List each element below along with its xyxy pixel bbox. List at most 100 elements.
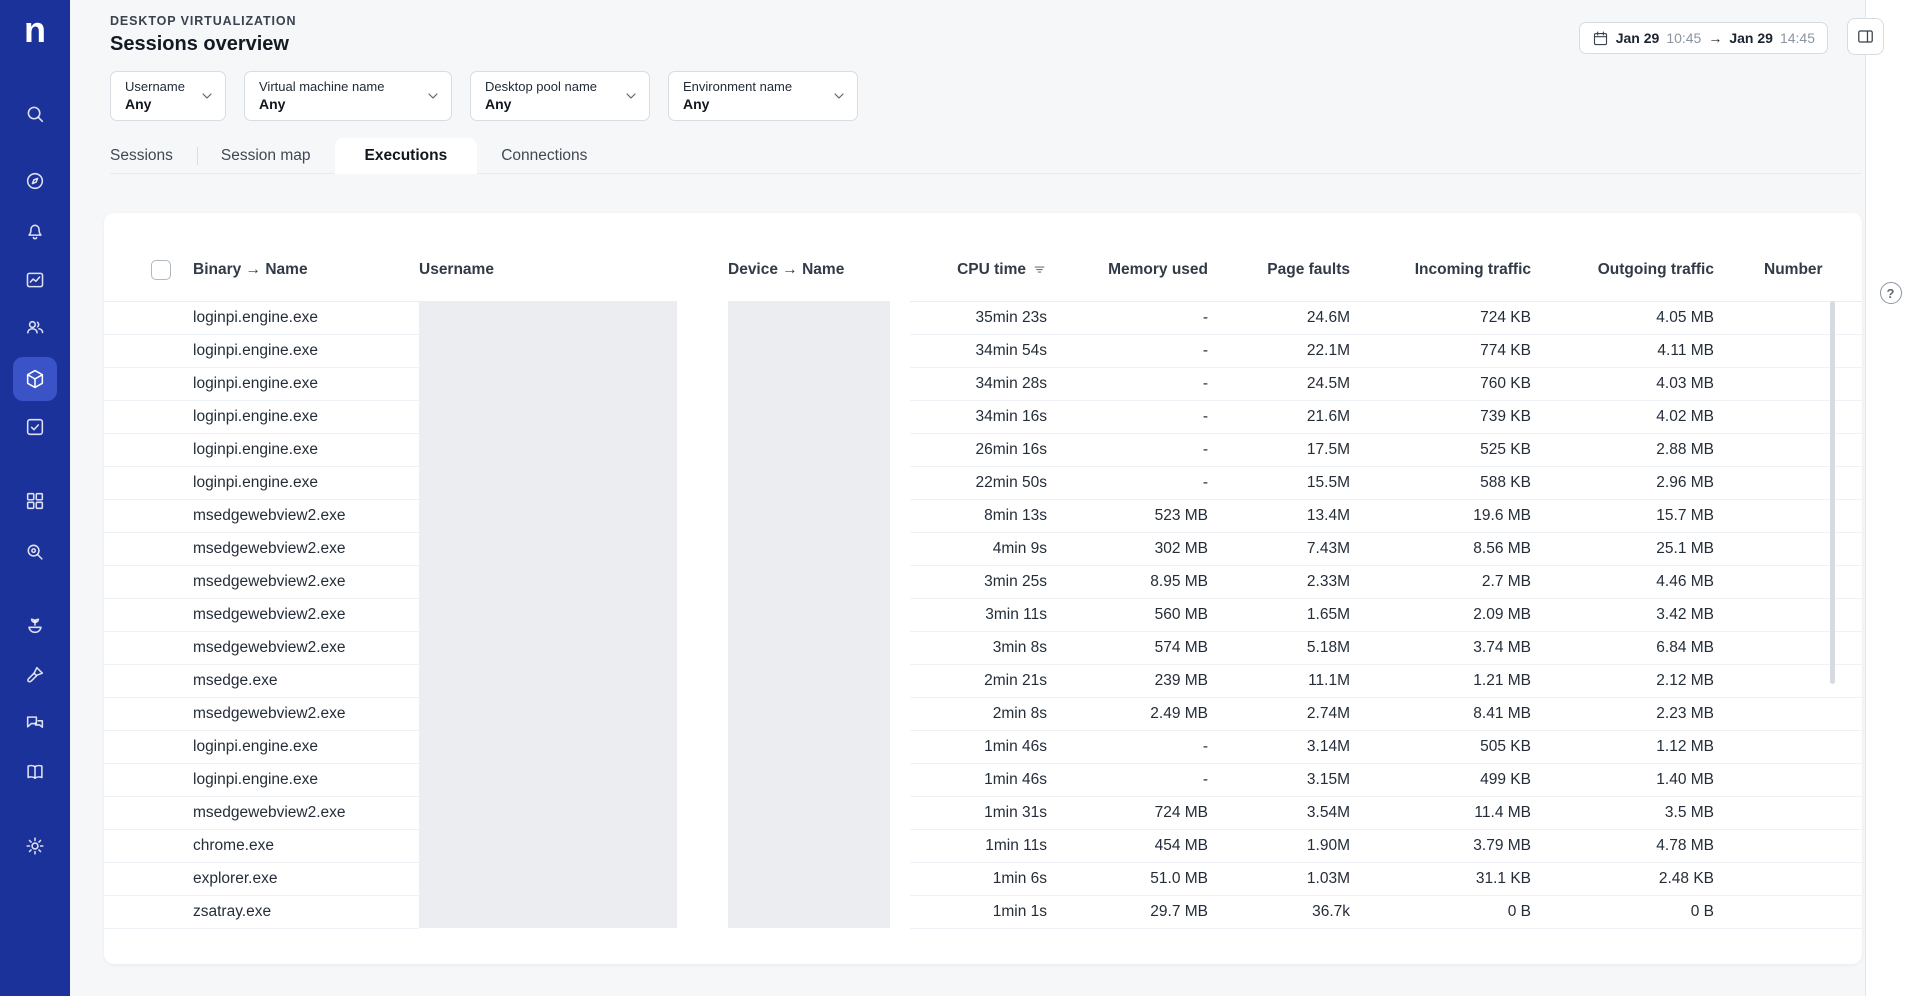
table-row[interactable]: msedgewebview2.exe 3min 11s 560 MB 1.65M… [104, 598, 1862, 631]
settings-gear-icon[interactable] [16, 827, 54, 865]
redacted-username-block [419, 433, 677, 466]
binary-name-cell[interactable]: loginpi.engine.exe [179, 466, 419, 499]
dashboard-icon[interactable] [16, 261, 54, 299]
app-logo[interactable]: n [0, 12, 70, 48]
cpu-time-cell: 1min 6s [910, 862, 1047, 895]
filter-username[interactable]: Username Any [110, 71, 226, 121]
table-row[interactable]: loginpi.engine.exe 34min 54s - 22.1M 774… [104, 334, 1862, 367]
page-faults-cell: 3.15M [1208, 763, 1350, 796]
filter-environment-name[interactable]: Environment name Any [668, 71, 858, 121]
row-select-cell [104, 301, 179, 334]
binary-name-cell[interactable]: loginpi.engine.exe [179, 334, 419, 367]
table-row[interactable]: msedgewebview2.exe 4min 9s 302 MB 7.43M … [104, 532, 1862, 565]
redacted-username-block [419, 664, 677, 697]
redacted-username-block [419, 829, 677, 862]
table-row[interactable]: msedgewebview2.exe 3min 8s 574 MB 5.18M … [104, 631, 1862, 664]
binary-name-cell[interactable]: msedgewebview2.exe [179, 697, 419, 730]
table-row[interactable]: loginpi.engine.exe 1min 46s - 3.14M 505 … [104, 730, 1862, 763]
tab-executions[interactable]: Executions [335, 138, 478, 174]
table-row[interactable]: loginpi.engine.exe 26min 16s - 17.5M 525… [104, 433, 1862, 466]
binary-name-cell[interactable]: loginpi.engine.exe [179, 301, 419, 334]
table-row[interactable]: explorer.exe 1min 6s 51.0 MB 1.03M 31.1 … [104, 862, 1862, 895]
people-icon[interactable] [16, 308, 54, 346]
column-header-cpu-time[interactable]: CPU time [910, 239, 1047, 301]
binary-name-cell[interactable]: msedgewebview2.exe [179, 631, 419, 664]
table-row[interactable]: msedgewebview2.exe 3min 25s 8.95 MB 2.33… [104, 565, 1862, 598]
redacted-device-block [728, 598, 890, 631]
task-check-icon[interactable] [16, 408, 54, 446]
table-row[interactable]: loginpi.engine.exe 22min 50s - 15.5M 588… [104, 466, 1862, 499]
date-range-picker[interactable]: Jan 29 10:45 → Jan 29 14:45 [1579, 22, 1828, 54]
table-row[interactable]: msedgewebview2.exe 8min 13s 523 MB 13.4M… [104, 499, 1862, 532]
inspect-icon[interactable] [16, 533, 54, 571]
binary-name-cell[interactable]: loginpi.engine.exe [179, 400, 419, 433]
incoming-traffic-cell: 11.4 MB [1350, 796, 1531, 829]
sort-icon[interactable] [1032, 262, 1047, 277]
bell-icon[interactable] [16, 212, 54, 250]
help-icon[interactable]: ? [1880, 282, 1902, 304]
column-header-number[interactable]: Number [1714, 239, 1862, 301]
device-cell [728, 499, 910, 532]
table-row[interactable]: loginpi.engine.exe 34min 16s - 21.6M 739… [104, 400, 1862, 433]
binary-name-cell[interactable]: msedgewebview2.exe [179, 532, 419, 565]
redacted-username-block [419, 400, 677, 433]
tab-connections[interactable]: Connections [477, 138, 611, 173]
binary-name-cell[interactable]: loginpi.engine.exe [179, 433, 419, 466]
panel-toggle-button[interactable] [1847, 18, 1884, 55]
redacted-device-block [728, 400, 890, 433]
device-cell [728, 334, 910, 367]
filter-virtual-machine-name[interactable]: Virtual machine name Any [244, 71, 452, 121]
table-row[interactable]: loginpi.engine.exe 1min 46s - 3.15M 499 … [104, 763, 1862, 796]
binary-name-cell[interactable]: msedgewebview2.exe [179, 796, 419, 829]
compass-icon[interactable] [16, 162, 54, 200]
number-cell [1714, 631, 1862, 664]
table-row[interactable]: chrome.exe 1min 11s 454 MB 1.90M 3.79 MB… [104, 829, 1862, 862]
binary-name-cell[interactable]: zsatray.exe [179, 895, 419, 928]
brush-icon[interactable] [16, 656, 54, 694]
vertical-scrollbar[interactable] [1830, 301, 1835, 684]
page-faults-cell: 15.5M [1208, 466, 1350, 499]
binary-name-cell[interactable]: msedgewebview2.exe [179, 565, 419, 598]
tab-sessions[interactable]: Sessions [110, 138, 197, 173]
outgoing-traffic-cell: 25.1 MB [1531, 532, 1714, 565]
cube-icon[interactable] [13, 357, 57, 401]
filter-desktop-pool-name[interactable]: Desktop pool name Any [470, 71, 650, 121]
table-row[interactable]: msedgewebview2.exe 1min 31s 724 MB 3.54M… [104, 796, 1862, 829]
username-cell [419, 400, 728, 433]
book-icon[interactable] [16, 753, 54, 791]
chat-icon[interactable] [16, 705, 54, 743]
binary-name-cell[interactable]: explorer.exe [179, 862, 419, 895]
table-row[interactable]: msedge.exe 2min 21s 239 MB 11.1M 1.21 MB… [104, 664, 1862, 697]
select-all-checkbox[interactable] [151, 260, 171, 280]
binary-name-cell[interactable]: msedgewebview2.exe [179, 499, 419, 532]
table-row[interactable]: loginpi.engine.exe 35min 23s - 24.6M 724… [104, 301, 1862, 334]
redacted-device-block [728, 565, 890, 598]
column-header-outgoing-traffic[interactable]: Outgoing traffic [1531, 239, 1714, 301]
binary-name-cell[interactable]: loginpi.engine.exe [179, 367, 419, 400]
row-select-cell [104, 532, 179, 565]
column-header-device[interactable]: Device → Name [728, 239, 910, 301]
plant-icon[interactable] [16, 606, 54, 644]
tab-session-map[interactable]: Session map [197, 138, 335, 173]
number-cell [1714, 433, 1862, 466]
table-row[interactable]: msedgewebview2.exe 2min 8s 2.49 MB 2.74M… [104, 697, 1862, 730]
page-faults-cell: 1.90M [1208, 829, 1350, 862]
column-header-username[interactable]: Username [419, 239, 728, 301]
table-row[interactable]: zsatray.exe 1min 1s 29.7 MB 36.7k 0 B 0 … [104, 895, 1862, 928]
device-cell [728, 631, 910, 664]
search-icon[interactable] [16, 95, 54, 133]
column-header-memory-used[interactable]: Memory used [1047, 239, 1208, 301]
binary-name-cell[interactable]: msedge.exe [179, 664, 419, 697]
binary-name-cell[interactable]: loginpi.engine.exe [179, 763, 419, 796]
device-cell [728, 565, 910, 598]
column-header-page-faults[interactable]: Page faults [1208, 239, 1350, 301]
device-cell [728, 763, 910, 796]
binary-name-cell[interactable]: msedgewebview2.exe [179, 598, 419, 631]
column-header-incoming-traffic[interactable]: Incoming traffic [1350, 239, 1531, 301]
binary-name-cell[interactable]: loginpi.engine.exe [179, 730, 419, 763]
table-row[interactable]: loginpi.engine.exe 34min 28s - 24.5M 760… [104, 367, 1862, 400]
column-header-binary[interactable]: Binary → Name [179, 239, 419, 301]
grid-icon[interactable] [16, 482, 54, 520]
redacted-username-block [419, 895, 677, 928]
binary-name-cell[interactable]: chrome.exe [179, 829, 419, 862]
